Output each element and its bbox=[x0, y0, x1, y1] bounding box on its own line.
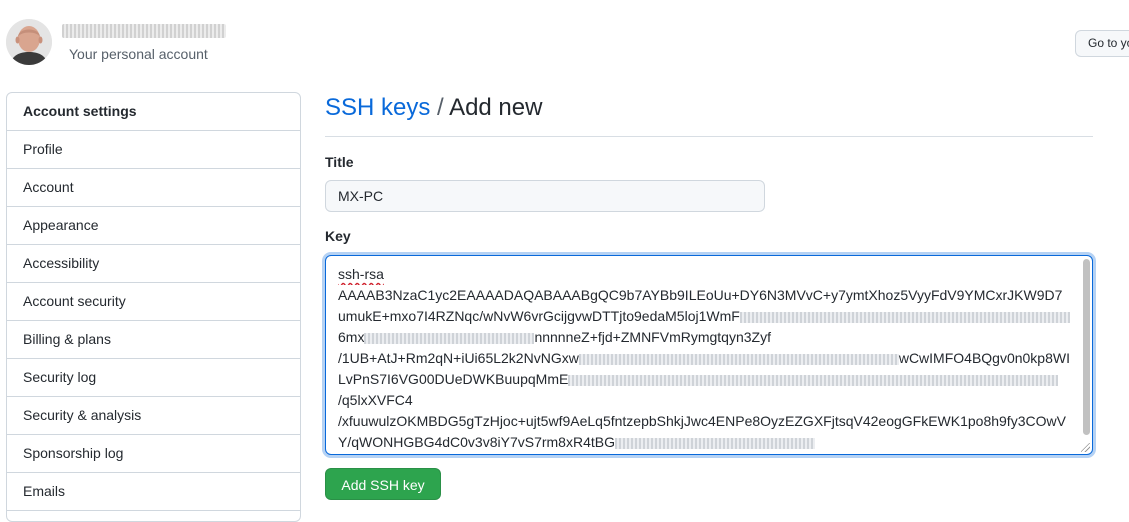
account-name-redacted bbox=[62, 24, 226, 38]
textarea-scrollbar[interactable] bbox=[1083, 259, 1090, 435]
key-line-mid: nnnnneZ+fjd+ZMNFVmRymgtqyn3Zyf bbox=[534, 329, 771, 345]
sidebar-item-security-analysis[interactable]: Security & analysis bbox=[7, 397, 300, 435]
key-line: AAAAB3NzaC1yc2EAAAADAQABAAABgQC9b7AYBb9I… bbox=[338, 285, 1070, 306]
sidebar-item-security-log[interactable]: Security log bbox=[7, 359, 300, 397]
settings-sidebar: Account settings Profile Account Appeara… bbox=[6, 92, 301, 522]
heading-divider bbox=[325, 136, 1093, 137]
key-line: LvPnS7I6VG00DUeDWKBuupqMmE bbox=[338, 369, 1070, 390]
key-line: umukE+mxo7I4RZNqc/wNvW6vrGcijgvwDTTjto9e… bbox=[338, 306, 1070, 327]
page-title: Add new bbox=[449, 94, 543, 121]
key-line: /1UB+AtJ+Rm2qN+iUi65L2k2NvNGxw wCwIMFO4BQ… bbox=[338, 348, 1070, 369]
key-label: Key bbox=[325, 228, 351, 244]
sidebar-item-accessibility[interactable]: Accessibility bbox=[7, 245, 300, 283]
key-textarea[interactable]: ssh-rsa AAAAB3NzaC1yc2EAAAADAQABAAABgQC9… bbox=[325, 255, 1093, 455]
sidebar-item-account-security[interactable]: Account security bbox=[7, 283, 300, 321]
key-line: /xfuuwulzOKMBDG5gTzHjoc+ujt5wf9AeLq5fntz… bbox=[338, 411, 1070, 432]
resize-grip-icon[interactable] bbox=[1081, 443, 1090, 452]
sidebar-item-account[interactable]: Account bbox=[7, 169, 300, 207]
breadcrumb-ssh-keys-link[interactable]: SSH keys bbox=[325, 94, 430, 121]
key-text-content: ssh-rsa AAAAB3NzaC1yc2EAAAADAQABAAABgQC9… bbox=[338, 264, 1070, 453]
key-line-text: /1UB+AtJ+Rm2qN+iUi65L2k2NvNGxw bbox=[338, 350, 579, 366]
key-line: 6mx nnnnneZ+fjd+ZMNFVmRymgtqyn3Zyf bbox=[338, 327, 1070, 348]
redacted-segment bbox=[739, 311, 1070, 323]
title-label: Title bbox=[325, 154, 354, 170]
avatar[interactable] bbox=[6, 19, 52, 65]
key-line-tail: wCwIMFO4BQgv0n0kp8WI15 bbox=[898, 350, 1070, 366]
sidebar-item-emails[interactable]: Emails bbox=[7, 473, 300, 511]
sidebar-header: Account settings bbox=[7, 93, 300, 131]
page-heading: SSH keys / Add new bbox=[325, 92, 542, 124]
key-line-text: /q5lxXVFC4 bbox=[338, 392, 413, 408]
sidebar-item-profile[interactable]: Profile bbox=[7, 131, 300, 169]
key-line: Y/qWONHGBG4dC0v3v8iY7vS7rm8xR4tBG bbox=[338, 432, 1070, 453]
redacted-segment bbox=[568, 374, 1059, 386]
key-line-text: Y/qWONHGBG4dC0v3v8iY7vS7rm8xR4tBG bbox=[338, 434, 615, 450]
redacted-segment bbox=[364, 332, 535, 344]
redacted-segment bbox=[614, 437, 815, 449]
sidebar-item-sponsorship-log[interactable]: Sponsorship log bbox=[7, 435, 300, 473]
key-line-text: 6mx bbox=[338, 329, 365, 345]
key-line-text: LvPnS7I6VG00DUeDWKBuupqMmE bbox=[338, 371, 569, 387]
key-line-text: AAAAB3NzaC1yc2EAAAADAQABAAABgQC9b7AYBb9I… bbox=[338, 287, 1063, 303]
account-subtitle: Your personal account bbox=[69, 46, 208, 62]
sidebar-item-appearance[interactable]: Appearance bbox=[7, 207, 300, 245]
key-line-text: /xfuuwulzOKMBDG5gTzHjoc+ujt5wf9AeLq5fntz… bbox=[338, 413, 1066, 429]
key-line: ssh-rsa bbox=[338, 264, 1070, 285]
redacted-segment bbox=[578, 353, 899, 365]
title-input[interactable] bbox=[325, 180, 765, 212]
avatar-image bbox=[6, 19, 52, 65]
add-ssh-key-button[interactable]: Add SSH key bbox=[325, 468, 441, 500]
key-line: /q5lxXVFC4 bbox=[338, 390, 1070, 411]
key-line-text: umukE+mxo7I4RZNqc/wNvW6vrGcijgvwDTTjto9e… bbox=[338, 308, 740, 324]
go-to-profile-button[interactable]: Go to yo bbox=[1075, 30, 1129, 57]
sidebar-item-billing-plans[interactable]: Billing & plans bbox=[7, 321, 300, 359]
breadcrumb-separator: / bbox=[437, 94, 444, 121]
key-line-text: ssh-rsa bbox=[338, 266, 384, 282]
